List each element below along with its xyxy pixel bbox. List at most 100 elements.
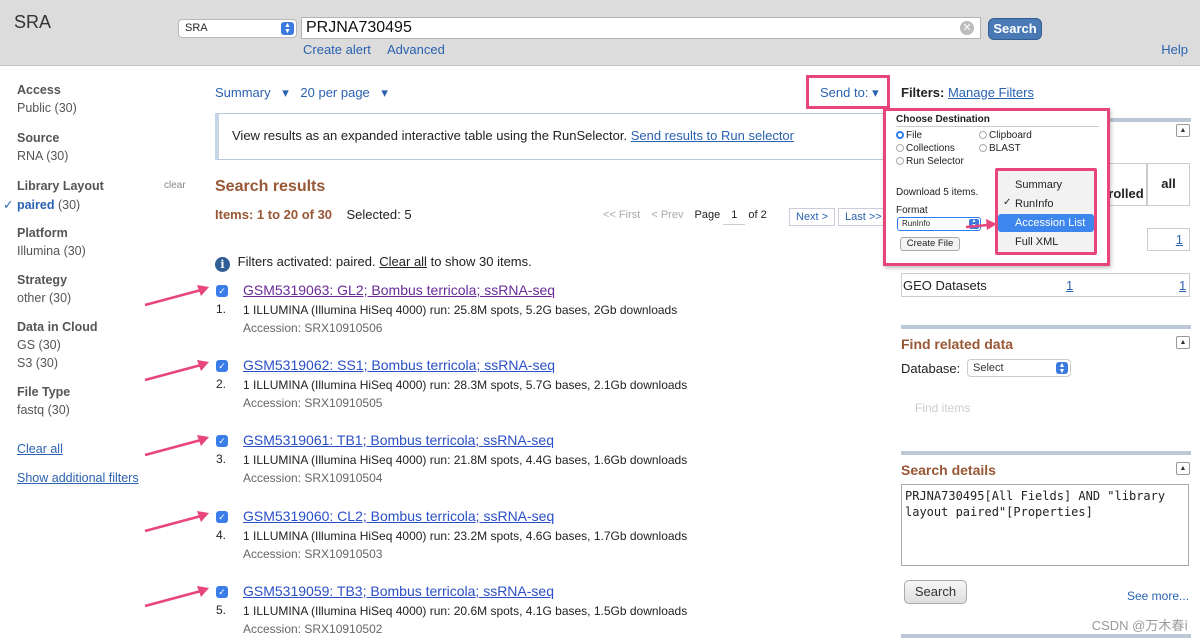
divider bbox=[896, 126, 1099, 127]
collapse-icon[interactable]: ▲ bbox=[1176, 336, 1190, 349]
info-icon: i bbox=[215, 257, 230, 272]
related-database-select[interactable]: Select ▲ ▼ bbox=[967, 359, 1071, 377]
page-number-input[interactable]: 1 bbox=[723, 209, 746, 225]
radio-blast[interactable]: BLAST bbox=[979, 143, 1021, 154]
result-title-link[interactable]: GSM5319063: GL2; Bombus terricola; ssRNA… bbox=[243, 282, 555, 298]
radio-collections[interactable]: Collections bbox=[896, 143, 955, 154]
result-description: 1 ILLUMINA (Illumina HiSeq 4000) run: 28… bbox=[243, 378, 688, 392]
pager: << First < Prev Page 1 of 2 bbox=[603, 209, 767, 225]
advanced-link[interactable]: Advanced bbox=[387, 42, 445, 57]
database-label: Database: bbox=[901, 361, 961, 376]
result-item: ✓ 4. GSM5319060: CL2; Bombus terricola; … bbox=[216, 508, 688, 561]
radio-selected-icon bbox=[896, 131, 904, 139]
checkbox[interactable]: ✓ bbox=[216, 511, 228, 523]
facet-item-fastq[interactable]: fastq (30) bbox=[17, 403, 70, 417]
result-accession: Accession: SRX10910506 bbox=[243, 321, 383, 335]
radio-icon bbox=[979, 131, 987, 139]
annotation-arrow-icon bbox=[966, 219, 997, 230]
search-button[interactable]: Search bbox=[988, 18, 1042, 40]
result-item: ✓ 3. GSM5319061: TB1; Bombus terricola; … bbox=[216, 432, 688, 485]
result-title-link[interactable]: GSM5319062: SS1; Bombus terricola; ssRNA… bbox=[243, 357, 555, 373]
next-page-button[interactable]: Next > bbox=[789, 208, 836, 226]
result-accession: Accession: SRX10910505 bbox=[243, 396, 383, 410]
radio-run-selector[interactable]: Run Selector bbox=[896, 156, 964, 167]
geo-datasets-label: GEO Datasets bbox=[903, 278, 987, 293]
facet-item-illumina[interactable]: Illumina (30) bbox=[17, 244, 86, 258]
prev-page-link[interactable]: < Prev bbox=[651, 209, 683, 221]
panel-divider bbox=[901, 325, 1191, 329]
summary-format-dropdown[interactable]: Summary ▾ bbox=[215, 85, 289, 100]
first-page-link[interactable]: << First bbox=[603, 209, 640, 221]
result-item: ✓ 1. GSM5319063: GL2; Bombus terricola; … bbox=[216, 282, 678, 335]
page-of-text: of 2 bbox=[748, 209, 767, 221]
format-option-runinfo[interactable]: ✓ RunInfo bbox=[998, 195, 1094, 213]
display-settings-bar: Summary ▾ 20 per page ▾ bbox=[215, 85, 396, 101]
facet-platform: Platform Illumina (30) bbox=[17, 226, 86, 258]
create-file-button[interactable]: Create File bbox=[900, 237, 960, 251]
checkbox[interactable]: ✓ bbox=[216, 435, 228, 447]
radio-clipboard[interactable]: Clipboard bbox=[979, 130, 1032, 141]
result-item: ✓ 5. GSM5319059: TB3; Bombus terricola; … bbox=[216, 583, 688, 636]
facet-title: Library Layout bbox=[17, 179, 104, 193]
send-to-dropdown[interactable]: Send to: ▾ bbox=[806, 75, 890, 109]
table-cell-link[interactable]: 1 bbox=[1147, 228, 1190, 251]
annotation-arrow-icon bbox=[144, 285, 209, 307]
choose-destination-title: Choose Destination bbox=[896, 114, 990, 125]
facet-strategy: Strategy other (30) bbox=[17, 273, 71, 305]
find-related-title: Find related data bbox=[901, 336, 1014, 352]
create-alert-link[interactable]: Create alert bbox=[303, 42, 371, 57]
watermark: CSDN @万木春ⅰ bbox=[1091, 618, 1188, 633]
facet-title: Access bbox=[17, 83, 61, 97]
show-additional-filters-link[interactable]: Show additional filters bbox=[17, 471, 139, 485]
facet-title: Platform bbox=[17, 226, 68, 240]
annotation-arrow-icon bbox=[144, 360, 209, 382]
per-page-dropdown[interactable]: 20 per page ▾ bbox=[300, 85, 388, 100]
last-page-button[interactable]: Last >> bbox=[838, 208, 889, 226]
check-icon: ✓ bbox=[3, 198, 14, 212]
find-items-button[interactable]: Find items bbox=[915, 401, 970, 415]
format-option-summary[interactable]: Summary bbox=[998, 176, 1094, 194]
result-title-link[interactable]: GSM5319061: TB1; Bombus terricola; ssRNA… bbox=[243, 432, 554, 448]
database-select[interactable]: SRA ▲ ▼ bbox=[178, 19, 297, 38]
search-input[interactable]: PRJNA730495 ✕ bbox=[301, 17, 981, 39]
facet-item-gs[interactable]: GS (30) bbox=[17, 338, 98, 352]
clear-all-link[interactable]: Clear all bbox=[17, 442, 63, 456]
result-description: 1 ILLUMINA (Illumina HiSeq 4000) run: 25… bbox=[243, 303, 678, 317]
result-title-link[interactable]: GSM5319060: CL2; Bombus terricola; ssRNA… bbox=[243, 508, 554, 524]
format-label: Format bbox=[896, 205, 928, 216]
format-option-full-xml[interactable]: Full XML bbox=[998, 233, 1094, 251]
clear-all-filters-link[interactable]: Clear all bbox=[379, 254, 427, 269]
radio-file[interactable]: File bbox=[896, 130, 922, 141]
facet-clear-link[interactable]: clear bbox=[164, 180, 186, 191]
geo-datasets-all-link[interactable]: 1 bbox=[1179, 278, 1186, 293]
facet-item-rna[interactable]: RNA (30) bbox=[17, 149, 68, 163]
help-link[interactable]: Help bbox=[1161, 42, 1188, 57]
send-to-run-selector-link[interactable]: Send results to Run selector bbox=[631, 128, 794, 143]
clear-search-icon[interactable]: ✕ bbox=[960, 21, 974, 35]
facet-item-public[interactable]: Public (30) bbox=[17, 101, 77, 115]
format-option-accession-list[interactable]: Accession List bbox=[998, 214, 1094, 232]
geo-datasets-count-link[interactable]: 1 bbox=[1066, 278, 1073, 293]
check-icon: ✓ bbox=[1003, 197, 1012, 208]
search-details-textarea[interactable]: PRJNA730495[All Fields] AND "library lay… bbox=[901, 484, 1189, 566]
collapse-icon[interactable]: ▲ bbox=[1176, 124, 1190, 137]
manage-filters-link[interactable]: Manage Filters bbox=[948, 85, 1034, 100]
facet-file-type: File Type fastq (30) bbox=[17, 385, 70, 417]
facet-item-other[interactable]: other (30) bbox=[17, 291, 71, 305]
chevron-down-icon: ▾ bbox=[872, 85, 879, 100]
search-details-button[interactable]: Search bbox=[904, 580, 967, 604]
checkbox[interactable]: ✓ bbox=[216, 285, 228, 297]
result-description: 1 ILLUMINA (Illumina HiSeq 4000) run: 20… bbox=[243, 604, 688, 618]
checkbox[interactable]: ✓ bbox=[216, 586, 228, 598]
checkbox[interactable]: ✓ bbox=[216, 360, 228, 372]
collapse-icon[interactable]: ▲ bbox=[1176, 462, 1190, 475]
facet-title: File Type bbox=[17, 385, 71, 399]
annotation-arrow-icon bbox=[144, 511, 209, 533]
facet-item-s3[interactable]: S3 (30) bbox=[17, 356, 98, 370]
see-more-link[interactable]: See more... bbox=[1127, 589, 1189, 603]
facet-source: Source RNA (30) bbox=[17, 131, 68, 163]
result-title-link[interactable]: GSM5319059: TB3; Bombus terricola; ssRNA… bbox=[243, 583, 554, 599]
select-arrows-icon: ▲▼ bbox=[281, 22, 294, 35]
database-select-value: SRA bbox=[185, 22, 208, 34]
facet-item-paired[interactable]: ✓ paired (30) bbox=[3, 197, 104, 212]
